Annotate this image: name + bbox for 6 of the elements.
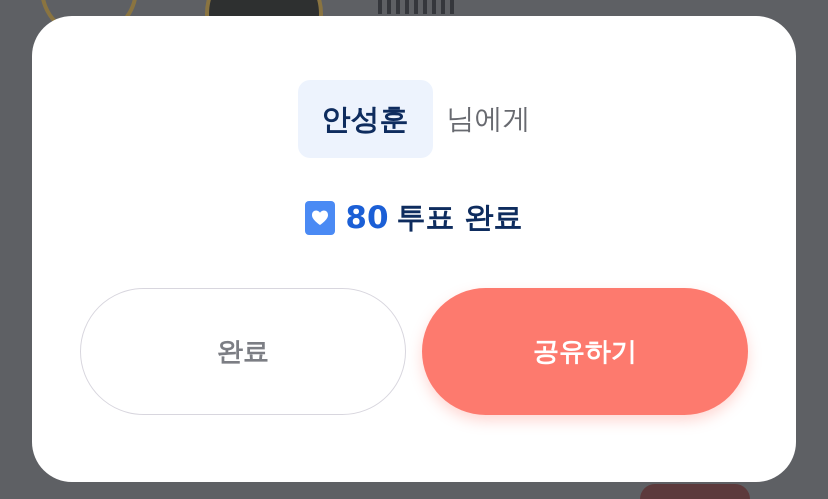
recipient-suffix: 님에게 bbox=[446, 101, 530, 137]
recipient-name: 안성훈 bbox=[298, 80, 432, 158]
vote-count: 80 bbox=[345, 200, 389, 236]
done-button[interactable]: 완료 bbox=[80, 288, 406, 415]
share-button[interactable]: 공유하기 bbox=[422, 288, 748, 415]
vote-label: 투표 완료 bbox=[396, 199, 523, 236]
